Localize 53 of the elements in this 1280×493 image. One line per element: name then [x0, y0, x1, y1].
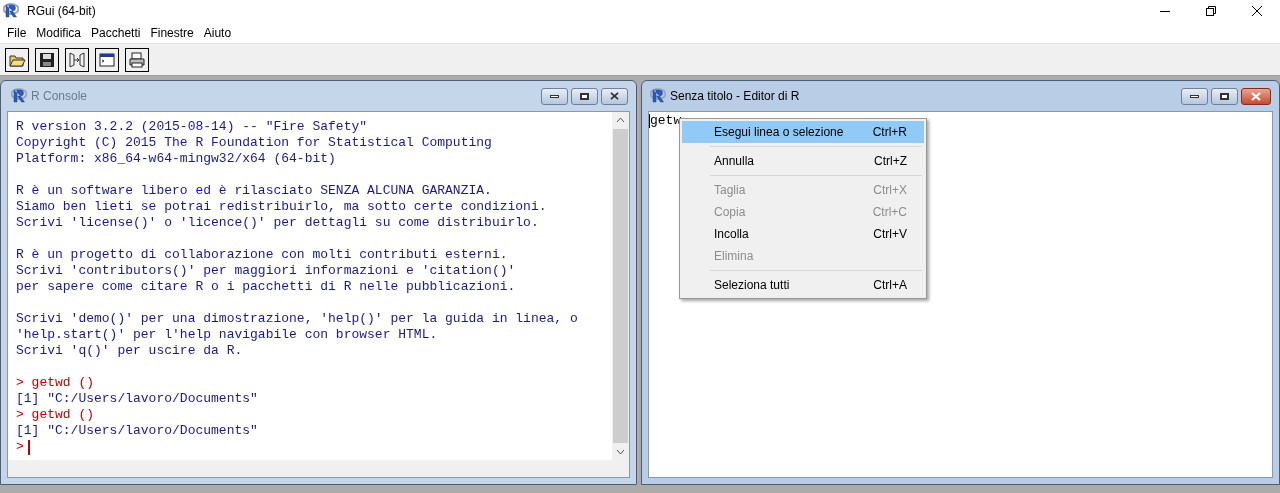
- console-output: per sapere come citare R o i pacchetti di R nelle pubblicazioni.: [16, 279, 516, 295]
- console-command: > getwd (): [16, 375, 94, 391]
- console-output: 'help.start()' per l'help navigabile con browser HTML.: [16, 327, 438, 343]
- menu-item[interactable]: File: [2, 23, 32, 42]
- console-output: Copyright (C) 2015 The R Foundation for Statistical Computing: [16, 135, 492, 151]
- console-output: Scrivi 'q()' per uscire da R.: [16, 343, 243, 359]
- minimize-button[interactable]: [541, 87, 568, 105]
- menu-item[interactable]: Finestre: [145, 23, 199, 42]
- console-output: Siamo ben lieti se potrai redistribuirlo, ma sotto certe condizioni.: [16, 199, 547, 215]
- console-output: R è un software libero ed è rilasciato SENZA ALCUNA GARANZIA.: [16, 183, 492, 199]
- close-icon: [1252, 6, 1262, 16]
- toolbar-button[interactable]: [95, 47, 119, 72]
- console-output: [1] "C:/Users/lavoro/Documents": [16, 391, 258, 407]
- text-cursor: [27, 439, 30, 455]
- menu-item[interactable]: Aiuto: [198, 23, 237, 42]
- printer-icon: [128, 50, 146, 69]
- maximize-button[interactable]: [1211, 87, 1238, 105]
- console-output: Platform: x86_64-w64-mingw32/x64 (64-bit): [16, 151, 336, 167]
- r-logo-icon: [3, 3, 19, 19]
- menu-item[interactable]: Pacchetti: [86, 23, 146, 42]
- console-title: R Console: [31, 88, 88, 105]
- toolbar-button[interactable]: [125, 47, 149, 72]
- toolbar-button[interactable]: [65, 47, 89, 72]
- r-logo-icon: [11, 88, 27, 104]
- restore-icon: [1206, 6, 1216, 16]
- menu-item[interactable]: Modifica: [31, 23, 87, 42]
- context-menu-item[interactable]: Seleziona tutti Ctrl+A: [682, 274, 924, 296]
- arrows-icon: [68, 50, 86, 69]
- close-button[interactable]: [1241, 87, 1271, 105]
- close-button[interactable]: [601, 87, 628, 105]
- console-output: [1] "C:/Users/lavoro/Documents": [16, 423, 258, 439]
- r-logo-icon: [650, 88, 666, 104]
- context-menu-item[interactable]: Incolla Ctrl+V: [682, 223, 924, 245]
- horizontal-scrollbar[interactable]: [8, 460, 629, 477]
- close-icon: [610, 92, 619, 100]
- context-menu-item[interactable]: Annulla Ctrl+Z: [682, 150, 924, 172]
- toolbar-button[interactable]: [35, 47, 59, 72]
- console-output: Scrivi 'license()' o 'licence()' per dettagli su come distribuirlo.: [16, 215, 539, 231]
- editor-title: Senza titolo - Editor di R: [670, 88, 800, 105]
- minimize-button[interactable]: [1181, 87, 1208, 105]
- console-output: Scrivi 'demo()' per una dimostrazione, 'help()' per la guida in linea, o: [16, 311, 578, 327]
- context-menu-item[interactable]: Esegui linea o selezione Ctrl+R: [682, 121, 924, 143]
- close-icon: [1251, 91, 1261, 101]
- console-command: > getwd (): [16, 407, 94, 423]
- window-title: RGui (64-bit): [27, 3, 96, 20]
- console-prompt: >: [16, 439, 24, 455]
- vertical-scrollbar[interactable]: [612, 112, 629, 460]
- maximize-button[interactable]: [571, 87, 598, 105]
- window-icon: [98, 50, 116, 69]
- console-output: Scrivi 'contributors()' per maggiori informazioni e 'citation()': [16, 263, 516, 279]
- console-output: R è un progetto di collaborazione con molti contributi esterni.: [16, 247, 508, 263]
- console-output: R version 3.2.2 (2015-08-14) -- "Fire Safety": [16, 119, 368, 135]
- toolbar-button[interactable]: [5, 47, 29, 72]
